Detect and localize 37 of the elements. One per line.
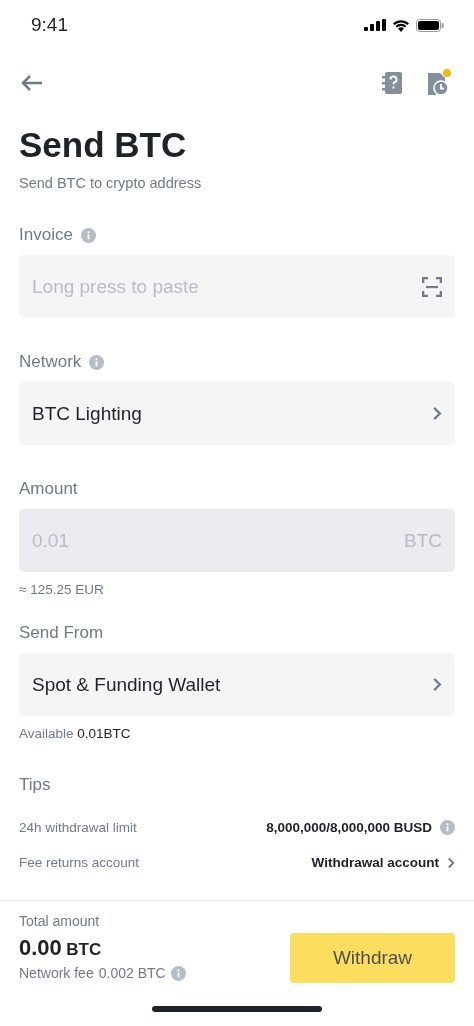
history-icon[interactable] [426, 69, 452, 97]
tip-value[interactable]: Withdrawal account [311, 855, 439, 870]
network-fee-label: Network fee [19, 965, 94, 981]
battery-icon [416, 18, 444, 32]
info-icon[interactable] [170, 965, 186, 981]
tip-label: 24h withdrawal limit [19, 820, 137, 835]
field-label: Amount [19, 479, 78, 499]
tips-heading: Tips [19, 775, 52, 795]
info-icon[interactable] [80, 227, 96, 243]
field-label: Network [19, 352, 82, 372]
tip-value: 8,000,000/8,000,000 BUSD [266, 820, 432, 835]
page-title: Send BTC [19, 125, 188, 165]
wifi-icon [392, 18, 410, 32]
page-subtitle: Send BTC to crypto address [19, 175, 203, 191]
withdraw-button[interactable]: Withdraw [290, 933, 455, 983]
select-field[interactable]: Spot & Funding Wallet [19, 653, 455, 716]
signal-icon [364, 19, 386, 31]
field-label: Invoice [19, 225, 73, 245]
available-value: 0.01BTC [77, 726, 131, 741]
help-document-icon[interactable] [382, 71, 404, 95]
conversion-text: ≈ 125.25 EUR [19, 582, 105, 597]
total-amount-unit: BTC [66, 940, 102, 959]
info-icon[interactable] [89, 354, 105, 370]
scan-icon[interactable] [422, 276, 442, 297]
total-amount-value: 0.00 [19, 935, 62, 960]
chevron-right-icon [432, 677, 442, 692]
network-fee-value: 0.002 BTC [98, 965, 166, 981]
total-amount-label: Total amount [19, 913, 101, 929]
chevron-right-icon [432, 406, 442, 421]
field-label: Send From [19, 623, 104, 643]
available-label: Available [19, 726, 74, 741]
select-field[interactable]: BTC Lighting [19, 382, 455, 445]
info-icon[interactable] [440, 820, 455, 835]
status-time: 9:41 [31, 14, 68, 36]
back-arrow-icon[interactable] [20, 74, 44, 92]
tip-label: Fee returns account [19, 855, 140, 870]
chevron-right-icon[interactable] [447, 856, 455, 869]
